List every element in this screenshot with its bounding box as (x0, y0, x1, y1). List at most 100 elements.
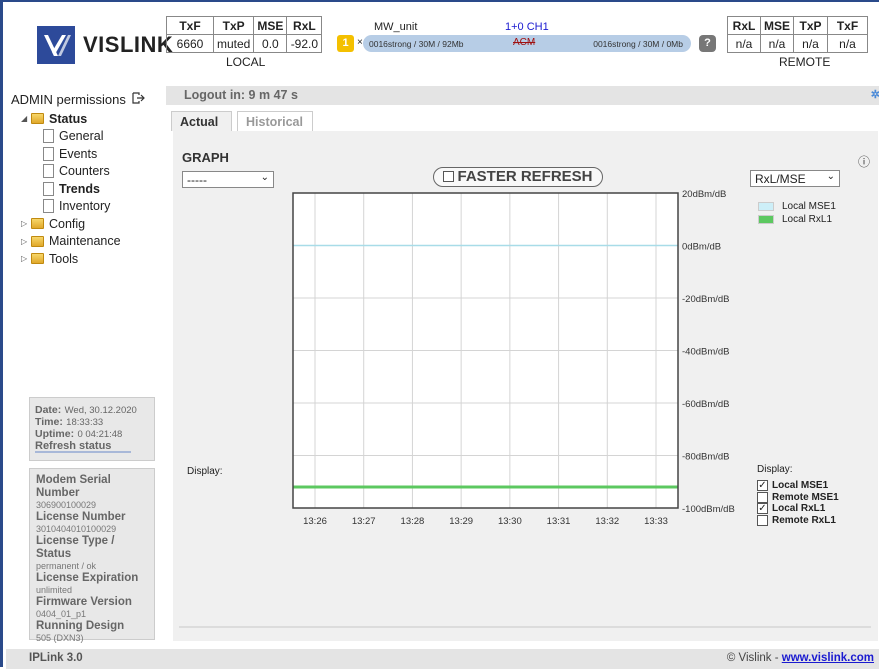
checkbox[interactable]: ✓ (757, 503, 768, 515)
remote-header-mse: MSE (759, 16, 795, 35)
tab-actual[interactable]: Actual (171, 111, 232, 131)
date-label: Date: (35, 404, 62, 416)
remote-header-txf: TxF (827, 16, 869, 35)
channel-label: 1+0 CH1 (505, 21, 549, 33)
legend-label: Local MSE1 (782, 201, 836, 212)
folder-icon (31, 218, 44, 230)
remote-value-mse: n/a (759, 34, 795, 53)
y-tick-label: -40dBm/dB (682, 347, 730, 358)
uptime-value: 0 04:21:48 (77, 429, 123, 440)
x-tick-label: 13:29 (449, 516, 473, 527)
y-tick-label: -100dBm/dB (682, 504, 735, 515)
remote-header-rxl: RxL (727, 16, 761, 35)
local-value-mse: 0.0 (253, 34, 288, 53)
checkbox[interactable] (757, 514, 768, 526)
legend-swatch (758, 215, 774, 224)
expanded-arrow-icon[interactable]: ◢ (21, 114, 31, 123)
unit-name: MW_unit (374, 21, 418, 33)
tree-item-status[interactable]: ◢ Status (21, 110, 121, 128)
page-icon (43, 146, 54, 161)
firmware-label: Firmware Version (36, 596, 132, 608)
y-tick-label: 0dBm/dB (682, 242, 721, 253)
license-expiration-value: unlimited (36, 585, 73, 595)
footer: IPLink 3.0 © Vislink - www.vislink.com (6, 649, 879, 669)
local-value-txp: muted (212, 34, 255, 53)
license-info-panel: Modem Serial Number 306900100029 License… (29, 468, 155, 643)
local-value-rxl: -92.0 (286, 34, 323, 53)
display-option-label: Remote RxL1 (772, 514, 836, 526)
chart-legend: Local MSE1 Local RxL1 (758, 200, 836, 226)
tab-historical[interactable]: Historical (237, 111, 313, 131)
design-label: Running Design (36, 620, 125, 632)
logout-icon[interactable] (132, 92, 146, 107)
x-tick-label: 13:27 (352, 516, 376, 527)
page-icon (43, 164, 54, 179)
design-value: 505 (DXN3) (36, 633, 84, 643)
tree-item-config[interactable]: ▷ Config (21, 215, 121, 233)
tree-label-counters: Counters (59, 164, 110, 179)
display-label-left: Display: (187, 466, 223, 477)
navigation-tree: ◢ Status General Events Counters Trends … (21, 110, 121, 268)
display-option-label: Local MSE1 (772, 480, 829, 492)
tree-label-config: Config (49, 216, 86, 231)
vislink-logo-icon (37, 26, 75, 64)
license-expiration-label: License Expiration (36, 572, 139, 584)
tree-item-tools[interactable]: ▷ Tools (21, 250, 121, 268)
vislink-website-link[interactable]: www.vislink.com (782, 652, 874, 664)
display-option[interactable]: ✓ Local RxL1 (757, 503, 839, 515)
tree-label-inventory: Inventory (59, 199, 111, 214)
license-number-label: License Number (36, 511, 126, 523)
serial-value: 306900100029 (36, 500, 97, 510)
tree-item-counters[interactable]: Counters (21, 163, 121, 181)
tree-item-general[interactable]: General (21, 128, 121, 146)
legend-swatch (758, 202, 774, 211)
legend-item: Local MSE1 (758, 200, 836, 213)
page-icon (43, 199, 54, 214)
license-type-label: License Type / Status (36, 535, 115, 560)
checkbox[interactable] (757, 491, 768, 503)
help-button[interactable]: ? (699, 35, 716, 52)
display-checkboxes: ✓ Local MSE1 Remote MSE1 ✓ Local RxL1 Remo… (757, 480, 839, 526)
tree-label-maintenance: Maintenance (49, 234, 121, 249)
logout-countdown-bar: Logout in: 9 m 47 s ✲ (166, 86, 879, 105)
system-info-panel: Date: Wed, 30.12.2020 Time: 18:33:33 Upt… (29, 397, 155, 461)
x-tick-label: 13:26 (303, 516, 327, 527)
settings-gear-icon[interactable]: ✲ (871, 88, 879, 101)
x-tick-label: 13:32 (595, 516, 619, 527)
folder-icon (31, 253, 44, 265)
display-label-right: Display: (757, 464, 793, 475)
local-header-txf: TxF (166, 16, 214, 35)
tree-item-events[interactable]: Events (21, 145, 121, 163)
refresh-status-link[interactable]: Refresh status (35, 441, 131, 453)
remote-caption: REMOTE (779, 55, 831, 69)
y-tick-label: -60dBm/dB (682, 399, 730, 410)
app-window: VISLINK TxF TxP MSE RxL 6660 muted 0.0 -… (0, 0, 879, 669)
display-option[interactable]: ✓ Local MSE1 (757, 480, 839, 492)
link-status-bar[interactable]: 0016strong / 30M / 92Mb ACM 0016strong /… (363, 35, 691, 52)
display-option[interactable]: Remote RxL1 (757, 514, 839, 527)
date-value: Wed, 30.12.2020 (64, 405, 137, 416)
remote-value-txf: n/a (827, 34, 869, 53)
display-option-label: Local RxL1 (772, 503, 826, 515)
local-header-txp: TxP (212, 16, 255, 35)
firmware-value: 0404_01_p1 (36, 609, 87, 619)
link-count-badge[interactable]: 1 (337, 35, 354, 52)
tree-label-status: Status (49, 111, 88, 126)
local-value-txf: 6660 (166, 34, 214, 53)
local-header-rxl: RxL (286, 16, 323, 35)
license-type-value: permanent / ok (36, 561, 97, 571)
tree-item-maintenance[interactable]: ▷ Maintenance (21, 233, 121, 251)
collapsed-arrow-icon[interactable]: ▷ (21, 237, 31, 246)
admin-permissions: ADMIN permissions (11, 92, 146, 107)
folder-icon (31, 113, 44, 125)
tree-item-inventory[interactable]: Inventory (21, 198, 121, 216)
collapsed-arrow-icon[interactable]: ▷ (21, 219, 31, 228)
folder-icon (31, 235, 44, 247)
tree-label-general: General (59, 129, 104, 144)
display-option[interactable]: Remote MSE1 (757, 491, 839, 504)
checkbox[interactable]: ✓ (757, 480, 768, 492)
license-number-value: 3010404010100029 (36, 524, 117, 534)
link-remote-profile: 0016strong / 30M / 0Mb (593, 39, 683, 49)
collapsed-arrow-icon[interactable]: ▷ (21, 254, 31, 263)
tree-item-trends[interactable]: Trends (21, 180, 121, 198)
